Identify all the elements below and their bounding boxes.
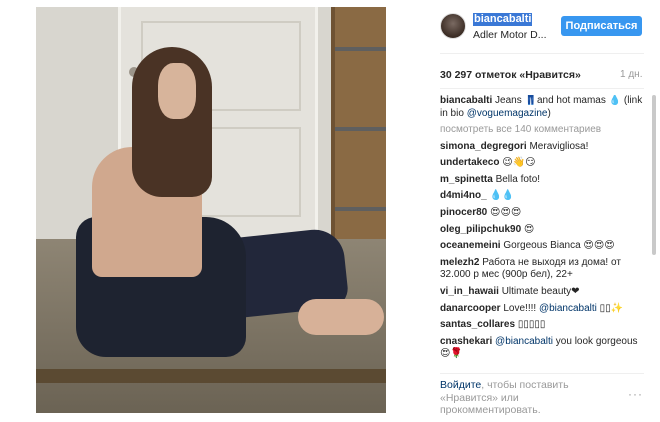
comment-user[interactable]: melezh2 (440, 257, 479, 268)
comment-text: 😍 (521, 223, 535, 235)
comment-item: pinocer80 😍😍😍 (440, 207, 650, 220)
comment-user[interactable]: pinocer80 (440, 207, 487, 218)
caption: biancabalti Jeans 👖and hot mamas 💧 (link… (440, 95, 650, 120)
comment-text: 😉👋😏 (499, 157, 536, 169)
comment-item: undertakeco 😉👋😏 (440, 157, 650, 170)
comment-mention[interactable]: @voguemagazine (467, 108, 548, 119)
comment-mention[interactable]: @biancabalti (539, 303, 597, 314)
comment-user[interactable]: oceanemeini (440, 240, 501, 251)
comment-user[interactable]: biancabalti (440, 95, 492, 106)
likes-count[interactable]: 30 297 отметок «Нравится» (440, 69, 581, 81)
header-divider (440, 53, 644, 54)
comment-user[interactable]: vi_in_hawaii (440, 286, 499, 297)
comment-item: simona_degregori Meravigliosa! (440, 141, 650, 154)
comment-user[interactable]: danarcooper (440, 303, 501, 314)
comment-text: ▯▯✨ (596, 302, 624, 314)
comment-user[interactable]: cnashekari (440, 336, 492, 347)
comment-item: melezh2 Работа не выходя из дома! от 32.… (440, 257, 650, 282)
footer-divider (440, 373, 644, 374)
frame-rung (335, 127, 386, 131)
comment-text: Meravigliosa! (526, 140, 589, 152)
comment-item: vi_in_hawaii Ultimate beauty❤ (440, 286, 650, 299)
photo-face (158, 63, 196, 119)
photo-foot (298, 299, 384, 335)
comment-text: Bella foto! (492, 173, 541, 185)
follow-button[interactable]: Подписаться (561, 16, 642, 36)
post-photo[interactable] (36, 7, 386, 413)
comment-user[interactable]: d4mi4no_ (440, 190, 487, 201)
login-link[interactable]: Войдите (440, 379, 481, 391)
comment-user[interactable]: m_spinetta (440, 174, 493, 185)
frame-rung (335, 207, 386, 211)
comment-text: 😍😍😍 (487, 207, 522, 219)
comments-list[interactable]: biancabalti Jeans 👖and hot mamas 💧 (link… (440, 95, 650, 380)
avatar[interactable] (440, 13, 466, 39)
comment-text: ) (547, 107, 551, 119)
comment-item: santas_collares ▯▯▯▯▯ (440, 319, 650, 332)
post-username[interactable]: biancabalti (473, 13, 533, 26)
comment-user[interactable]: santas_collares (440, 319, 515, 330)
comment-text: 💧💧 (486, 190, 515, 202)
more-options-icon[interactable]: ··· (628, 387, 643, 401)
comment-user[interactable]: undertakeco (440, 157, 499, 168)
comment-item: m_spinetta Bella foto! (440, 174, 650, 187)
view-all-comments-link[interactable]: посмотреть все 140 комментариев (440, 124, 650, 137)
comment-user[interactable]: simona_degregori (440, 141, 527, 152)
post-time[interactable]: 1 дн. (620, 69, 642, 81)
comment-item: danarcooper Love!!!! @biancabalti ▯▯✨ (440, 303, 650, 316)
comment-text: Love!!!! (500, 302, 539, 314)
comment-item: cnashekari @biancabalti you look gorgeou… (440, 336, 650, 361)
comment-item: d4mi4no_ 💧💧 (440, 190, 650, 203)
comment-item: oleg_pilipchuk90 😍 (440, 224, 650, 237)
comment-item: oceanemeini Gorgeous Bianca 😍😍😍 (440, 240, 650, 253)
comment-user[interactable]: oleg_pilipchuk90 (440, 224, 521, 235)
photo-ledge (36, 369, 386, 383)
comment-text: Ultimate beauty❤ (498, 285, 580, 297)
comment-text: ▯▯▯▯▯ (515, 319, 546, 331)
comment-mention[interactable]: @biancabalti (495, 336, 553, 347)
frame-rung (335, 47, 386, 51)
comments-scrollbar[interactable] (652, 95, 656, 255)
likes-divider (440, 88, 644, 89)
post-location[interactable]: Adler Motor D... (473, 29, 547, 41)
comment-text: Gorgeous Bianca 😍😍😍 (500, 240, 615, 252)
login-prompt: Войдите, чтобы поставить «Нравится» или … (440, 379, 610, 417)
